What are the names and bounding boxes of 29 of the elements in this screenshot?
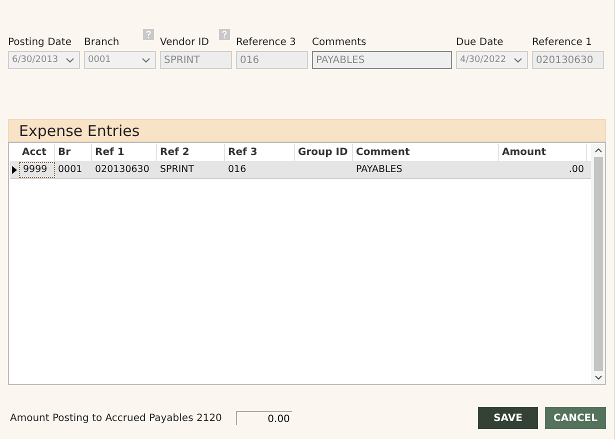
scroll-down-icon[interactable]: [594, 375, 602, 380]
field-label: Posting Date: [8, 37, 72, 48]
chevron-icon: [142, 58, 150, 62]
field-label: Vendor ID: [160, 37, 209, 48]
table-cell-text: PAYABLES: [355, 162, 404, 176]
table-cell-text: SPRINT: [159, 162, 196, 176]
panel-header: Expense Entries: [8, 119, 606, 142]
chevron-icon: [66, 58, 74, 62]
help-icon[interactable]: [219, 29, 230, 40]
field-label: Due Date: [456, 37, 504, 48]
save-button[interactable]: SAVE: [478, 407, 538, 429]
row-pointer-icon: [12, 166, 17, 174]
scrollbar[interactable]: [591, 144, 605, 384]
table-cell: 9999: [19, 162, 55, 178]
scroll-up-icon[interactable]: [594, 148, 602, 153]
table-cell-text: 0001: [57, 162, 84, 176]
field-label: Reference 3: [236, 37, 296, 48]
field-label: Comments: [312, 37, 366, 48]
help-icon[interactable]: [143, 29, 154, 40]
table-cell-text: .00: [568, 162, 585, 176]
field-label: Reference 1: [532, 37, 592, 48]
total-label: Amount Posting to Accrued Payables 2120: [10, 412, 222, 424]
field-label: Branch: [84, 37, 120, 48]
table-row[interactable]: 9999 0001 020130630 SPRINT 016 PAYABLES .00: [10, 161, 591, 179]
table-cell-text: 016: [227, 162, 248, 176]
cancel-button[interactable]: CANCEL: [545, 407, 606, 429]
chevron-icon: [514, 58, 522, 62]
table-cell-text: 020130630: [94, 162, 150, 176]
total-field: 0.00: [236, 411, 292, 425]
